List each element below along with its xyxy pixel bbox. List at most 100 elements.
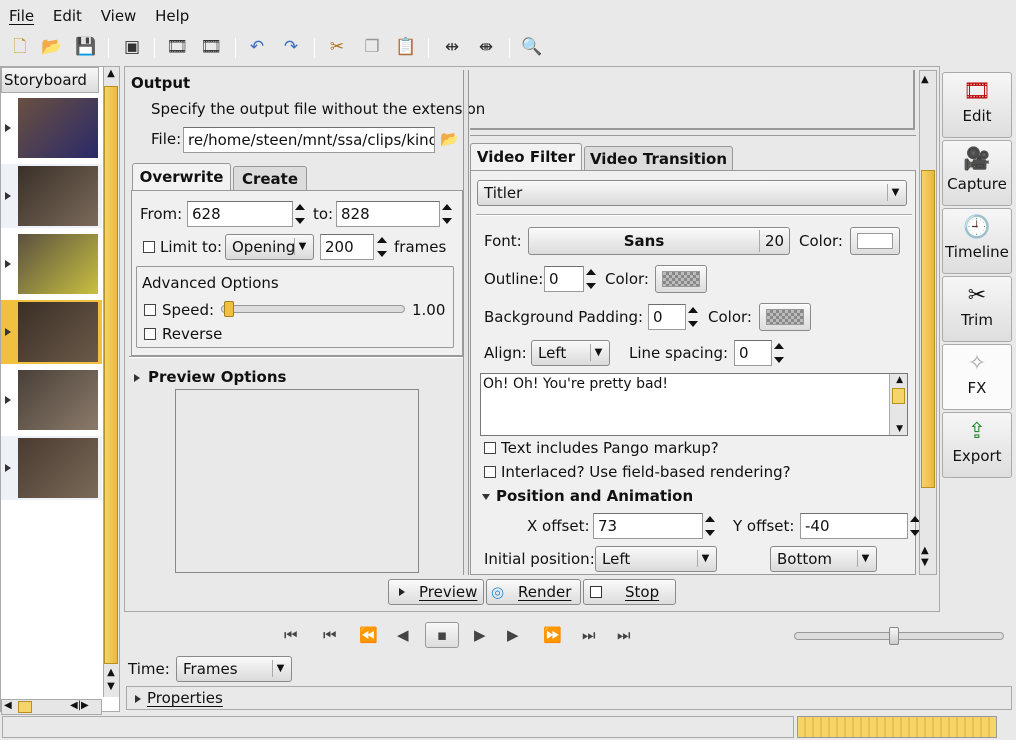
filter-scroll-down[interactable]: ▲ ▼ xyxy=(921,545,929,569)
save-icon[interactable]: 💾 xyxy=(75,36,97,58)
storyboard-clip[interactable] xyxy=(1,232,102,296)
mode-trim[interactable]: ✂ Trim xyxy=(942,276,1012,342)
reverse-checkbox[interactable] xyxy=(144,328,156,340)
stop-transport-icon[interactable]: ▪ xyxy=(425,622,459,648)
align-combo[interactable]: Left ▼ xyxy=(531,340,610,366)
render-button[interactable]: ◎ Render xyxy=(486,579,581,605)
from-spinner[interactable] xyxy=(293,201,307,227)
to-spinner[interactable] xyxy=(440,201,454,227)
tab-video-transition[interactable]: Video Transition xyxy=(584,146,733,170)
storyboard-scroll-down[interactable]: ▲ ▼ xyxy=(104,666,118,696)
play-icon[interactable]: ▶ xyxy=(474,626,486,644)
to-field[interactable]: 828 xyxy=(336,201,440,227)
save-as-icon[interactable]: ▣ xyxy=(121,36,143,58)
mode-timeline[interactable]: 🕘 Timeline xyxy=(942,208,1012,274)
limit-checkbox[interactable] xyxy=(143,241,155,253)
preview-options-expander[interactable]: Preview Options xyxy=(134,368,286,386)
prev-scene-icon[interactable]: ⏮ xyxy=(323,626,337,644)
mode-capture[interactable]: 🎥 Capture xyxy=(942,140,1012,206)
tab-create[interactable]: Create xyxy=(233,166,307,190)
outline-color-button[interactable] xyxy=(655,265,707,293)
outline-spinner[interactable] xyxy=(584,266,598,292)
from-field[interactable]: 628 xyxy=(187,201,293,227)
limit-frames-field[interactable]: 200 xyxy=(320,234,374,260)
zoom-icon[interactable]: 🔍 xyxy=(521,36,543,58)
y-offset-field[interactable]: -40 xyxy=(800,513,908,539)
storyboard-clip[interactable] xyxy=(1,300,102,364)
mode-export[interactable]: ⇪ Export xyxy=(942,412,1012,478)
position-slider[interactable] xyxy=(794,632,1004,640)
redo-icon[interactable]: ↷ xyxy=(280,36,302,58)
file-field[interactable]: re/home/steen/mnt/ssa/clips/kino/ xyxy=(183,127,435,153)
chevron-right-icon[interactable] xyxy=(5,396,11,404)
speed-checkbox[interactable] xyxy=(144,304,156,316)
filter-scroll-up[interactable]: ▲ xyxy=(921,74,929,85)
chevron-right-icon[interactable] xyxy=(5,260,11,268)
chevron-right-icon[interactable] xyxy=(5,464,11,472)
font-color-button[interactable] xyxy=(850,227,900,255)
properties-expander[interactable]: Properties xyxy=(126,686,1012,710)
line-spacing-spinner[interactable] xyxy=(772,340,786,366)
bg-padding-field[interactable]: 0 xyxy=(648,304,686,330)
storyboard-hscrollbar[interactable]: ◀ ◀|▶ xyxy=(1,699,102,715)
pango-checkbox[interactable] xyxy=(484,442,496,454)
paste-icon[interactable]: 📋 xyxy=(395,36,417,58)
folder-icon[interactable]: 📂 xyxy=(440,130,459,148)
mode-edit[interactable]: 🎞 Edit xyxy=(942,72,1012,138)
mode-fx[interactable]: ✧ FX xyxy=(942,344,1012,410)
menu-file[interactable]: File xyxy=(9,7,34,25)
storyboard-header[interactable]: Storyboard xyxy=(1,67,99,93)
chevron-right-icon[interactable] xyxy=(5,328,11,336)
interlaced-checkbox[interactable] xyxy=(484,466,496,478)
chevron-right-icon[interactable] xyxy=(5,192,11,200)
speed-slider-handle[interactable] xyxy=(224,301,234,317)
limit-spinner[interactable] xyxy=(375,234,389,260)
copy-icon[interactable]: ❐ xyxy=(361,36,383,58)
open-icon[interactable]: 📂 xyxy=(41,36,63,58)
filter-select[interactable]: Titler ▼ xyxy=(477,180,907,206)
step-back-icon[interactable]: ◀ xyxy=(397,626,409,644)
speed-slider[interactable] xyxy=(221,305,405,313)
tab-overwrite[interactable]: Overwrite xyxy=(132,163,231,191)
skip-start-icon[interactable]: ⏮ xyxy=(284,626,298,644)
time-format-combo[interactable]: Frames ▼ xyxy=(176,656,292,682)
stop-button[interactable]: Stop xyxy=(583,579,676,605)
tab-video-filter[interactable]: Video Filter xyxy=(470,143,582,171)
storyboard-clip[interactable] xyxy=(1,164,102,228)
text-scroll-thumb[interactable] xyxy=(892,388,905,404)
film-icon[interactable]: 🎞 xyxy=(166,36,188,58)
chevron-right-icon[interactable] xyxy=(5,124,11,132)
limit-combo[interactable]: Opening ▼ xyxy=(225,234,314,260)
storyboard-scroll-thumb[interactable] xyxy=(104,86,118,664)
position-expander[interactable]: Position and Animation xyxy=(482,487,693,505)
storyboard-clip[interactable] xyxy=(1,96,102,160)
menu-edit[interactable]: Edit xyxy=(53,7,82,25)
font-button[interactable]: Sans 20 xyxy=(528,227,790,255)
split-icon[interactable]: ⇹ xyxy=(441,36,463,58)
initial-h-combo[interactable]: Left ▼ xyxy=(595,546,717,572)
storyboard-scroll-up[interactable]: ▲ xyxy=(104,68,118,84)
menu-view[interactable]: View xyxy=(101,7,137,25)
bg-padding-spinner[interactable] xyxy=(686,304,700,330)
new-icon[interactable]: 🗋 xyxy=(9,36,31,58)
x-offset-spinner[interactable] xyxy=(703,513,717,539)
film-insert-icon[interactable]: 🎞 xyxy=(200,36,222,58)
skip-end-icon[interactable]: ⏭ xyxy=(617,626,631,644)
pane-divider[interactable] xyxy=(463,70,469,575)
fast-forward-icon[interactable]: ⏩ xyxy=(543,626,562,644)
filter-scroll-thumb[interactable] xyxy=(921,170,935,488)
storyboard-clip[interactable] xyxy=(1,436,102,500)
preview-button[interactable]: Preview xyxy=(388,579,484,605)
join-icon[interactable]: ⇼ xyxy=(475,36,497,58)
step-forward-icon[interactable]: ▶ xyxy=(507,626,519,644)
initial-v-combo[interactable]: Bottom ▼ xyxy=(770,546,877,572)
position-slider-handle[interactable] xyxy=(889,627,899,645)
undo-icon[interactable]: ↶ xyxy=(246,36,268,58)
line-spacing-field[interactable]: 0 xyxy=(734,340,772,366)
rewind-icon[interactable]: ⏪ xyxy=(359,626,378,644)
x-offset-field[interactable]: 73 xyxy=(593,513,703,539)
outline-field[interactable]: 0 xyxy=(544,266,584,292)
title-text-area[interactable]: Oh! Oh! You're pretty bad! ▲ ▼ xyxy=(480,373,908,436)
cut-icon[interactable]: ✂ xyxy=(326,36,348,58)
bg-color-button[interactable] xyxy=(759,303,811,331)
